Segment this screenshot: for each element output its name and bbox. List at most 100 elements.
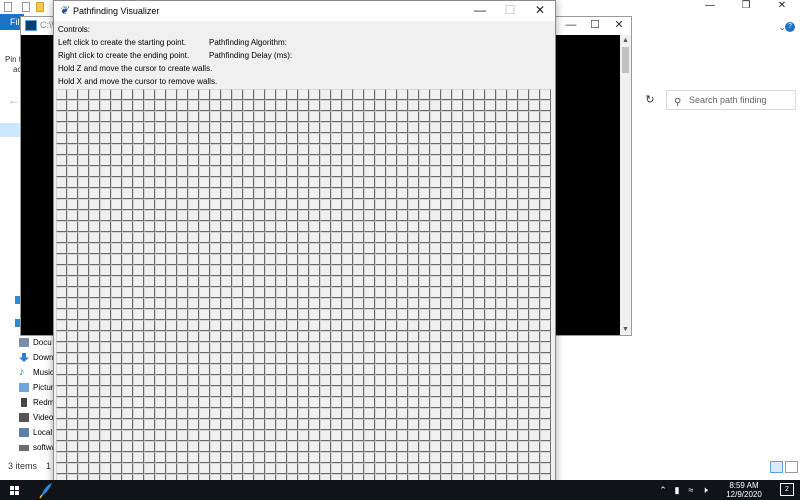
grid-cell[interactable] [485, 342, 496, 353]
grid-cell[interactable] [254, 364, 265, 375]
grid-cell[interactable] [474, 364, 485, 375]
grid-cell[interactable] [155, 100, 166, 111]
grid-cell[interactable] [463, 287, 474, 298]
grid-cell[interactable] [331, 463, 342, 474]
grid-cell[interactable] [221, 177, 232, 188]
grid-cell[interactable] [518, 232, 529, 243]
grid-cell[interactable] [221, 100, 232, 111]
grid-cell[interactable] [397, 166, 408, 177]
grid-cell[interactable] [331, 298, 342, 309]
grid-cell[interactable] [122, 408, 133, 419]
grid-cell[interactable] [529, 221, 540, 232]
grid-cell[interactable] [276, 232, 287, 243]
grid-cell[interactable] [67, 331, 78, 342]
grid-cell[interactable] [56, 452, 67, 463]
grid-cell[interactable] [353, 144, 364, 155]
minimize-icon[interactable]: — [465, 1, 495, 21]
grid-cell[interactable] [441, 133, 452, 144]
grid-cell[interactable] [386, 331, 397, 342]
grid-cell[interactable] [331, 408, 342, 419]
grid-cell[interactable] [133, 375, 144, 386]
grid-cell[interactable] [122, 111, 133, 122]
grid-cell[interactable] [320, 287, 331, 298]
grid-cell[interactable] [254, 122, 265, 133]
grid-cell[interactable] [276, 254, 287, 265]
grid-cell[interactable] [287, 243, 298, 254]
grid-cell[interactable] [144, 287, 155, 298]
grid-cell[interactable] [364, 144, 375, 155]
grid-cell[interactable] [320, 221, 331, 232]
grid-cell[interactable] [67, 397, 78, 408]
grid-cell[interactable] [254, 397, 265, 408]
grid-cell[interactable] [518, 375, 529, 386]
grid-cell[interactable] [144, 265, 155, 276]
grid-cell[interactable] [89, 166, 100, 177]
start-button[interactable] [0, 480, 28, 500]
grid-cell[interactable] [122, 155, 133, 166]
grid-cell[interactable] [331, 397, 342, 408]
grid-cell[interactable] [430, 320, 441, 331]
grid-cell[interactable] [463, 342, 474, 353]
grid-cell[interactable] [353, 287, 364, 298]
grid-cell[interactable] [177, 298, 188, 309]
grid-cell[interactable] [485, 452, 496, 463]
grid-cell[interactable] [155, 166, 166, 177]
grid-cell[interactable] [221, 199, 232, 210]
grid-cell[interactable] [177, 122, 188, 133]
grid-cell[interactable] [364, 254, 375, 265]
grid-cell[interactable] [397, 364, 408, 375]
grid-cell[interactable] [331, 122, 342, 133]
grid-cell[interactable] [210, 265, 221, 276]
grid-cell[interactable] [529, 111, 540, 122]
grid-cell[interactable] [166, 232, 177, 243]
grid-cell[interactable] [265, 199, 276, 210]
grid-cell[interactable] [78, 122, 89, 133]
grid-cell[interactable] [67, 386, 78, 397]
grid-cell[interactable] [144, 397, 155, 408]
grid-cell[interactable] [331, 276, 342, 287]
grid-cell[interactable] [518, 353, 529, 364]
grid-cell[interactable] [133, 276, 144, 287]
grid-cell[interactable] [386, 265, 397, 276]
grid-cell[interactable] [155, 243, 166, 254]
grid-cell[interactable] [287, 100, 298, 111]
grid-cell[interactable] [320, 232, 331, 243]
grid-cell[interactable] [529, 331, 540, 342]
grid-cell[interactable] [386, 144, 397, 155]
grid-cell[interactable] [364, 166, 375, 177]
grid-cell[interactable] [144, 386, 155, 397]
grid-cell[interactable] [507, 89, 518, 100]
grid-cell[interactable] [298, 430, 309, 441]
grid-cell[interactable] [78, 353, 89, 364]
grid-cell[interactable] [386, 353, 397, 364]
grid-cell[interactable] [265, 243, 276, 254]
grid-cell[interactable] [144, 320, 155, 331]
grid-cell[interactable] [232, 199, 243, 210]
grid-cell[interactable] [100, 111, 111, 122]
grid-cell[interactable] [331, 166, 342, 177]
grid-cell[interactable] [276, 122, 287, 133]
grid-cell[interactable] [243, 188, 254, 199]
grid-cell[interactable] [243, 364, 254, 375]
grid-cell[interactable] [540, 408, 551, 419]
grid-cell[interactable] [210, 89, 221, 100]
grid-cell[interactable] [188, 386, 199, 397]
properties-icon[interactable] [22, 2, 30, 12]
grid-cell[interactable] [331, 331, 342, 342]
grid-cell[interactable] [485, 100, 496, 111]
grid-cell[interactable] [507, 232, 518, 243]
grid-cell[interactable] [419, 111, 430, 122]
grid-cell[interactable] [496, 287, 507, 298]
grid-cell[interactable] [331, 232, 342, 243]
grid-cell[interactable] [100, 298, 111, 309]
grid-cell[interactable] [232, 287, 243, 298]
grid-cell[interactable] [177, 254, 188, 265]
grid-cell[interactable] [364, 375, 375, 386]
grid-cell[interactable] [232, 232, 243, 243]
grid-cell[interactable] [177, 386, 188, 397]
grid-cell[interactable] [342, 276, 353, 287]
grid-cell[interactable] [243, 155, 254, 166]
grid-cell[interactable] [375, 265, 386, 276]
grid-cell[interactable] [309, 177, 320, 188]
grid-cell[interactable] [221, 265, 232, 276]
